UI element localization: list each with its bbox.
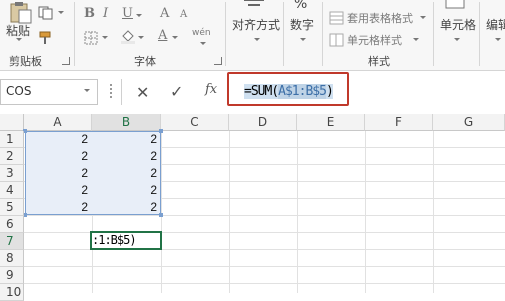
table-format-button[interactable]: 套用表格格式 [347,10,413,26]
column-header-a[interactable]: A [24,114,92,131]
paste-dropdown-icon[interactable] [16,38,22,41]
underline-button[interactable]: U [122,6,133,21]
gridline [229,131,230,293]
row-header[interactable]: 9 [0,267,24,284]
group-divider [225,2,226,66]
clipboard-launcher-icon[interactable] [62,57,70,65]
alignment-icon[interactable] [241,0,267,16]
font-color-dropdown-icon[interactable] [172,36,178,39]
cell-styles-icon[interactable] [329,32,345,47]
cell-a2[interactable]: 2 [24,149,88,163]
row-header[interactable]: 7 [0,233,24,250]
range-handle[interactable] [159,213,163,217]
number-format-button[interactable]: 数字 [290,16,314,33]
grow-font-button[interactable]: A [160,6,169,21]
cell-b5[interactable]: 2 [93,200,157,214]
alignment-button[interactable]: 对齐方式 [232,16,280,33]
cells-dropdown-icon[interactable] [454,38,460,41]
table-format-icon[interactable] [329,10,345,25]
enter-icon[interactable]: ✓ [170,82,183,101]
editing-button[interactable]: 编辑 [486,16,505,33]
cells-icon[interactable] [442,0,468,16]
editing-dropdown-icon[interactable] [495,38,501,41]
column-header-e[interactable]: E [297,114,365,131]
fill-color-icon[interactable] [120,28,136,44]
cell-b2[interactable]: 2 [93,149,157,163]
cell-a5[interactable]: 2 [24,200,88,214]
row-header[interactable]: 3 [0,165,24,182]
cell-a4[interactable]: 2 [24,183,88,197]
insert-function-icon[interactable]: fx [205,82,217,97]
gridline [24,283,505,284]
select-all-corner[interactable] [0,114,24,131]
cell-a3[interactable]: 2 [24,166,88,180]
gridline [433,131,434,293]
borders-icon[interactable] [84,30,100,45]
styles-group-label: 样式 [368,55,390,68]
range-handle[interactable] [159,129,163,133]
row-header[interactable]: 5 [0,199,24,216]
copy-dropdown-icon[interactable] [58,11,64,14]
column-header-b[interactable]: B [92,114,161,131]
number-dropdown-icon[interactable] [300,38,306,41]
clipboard-group-label: 剪贴板 [9,55,42,68]
cell-b1[interactable]: 2 [93,132,157,146]
bold-button[interactable]: B [84,6,95,21]
column-header-g[interactable]: G [433,114,505,131]
paste-button[interactable]: 粘贴 [6,22,30,39]
gridline [24,215,505,216]
percent-icon[interactable]: % [294,0,307,12]
fill-color-dropdown-icon[interactable] [138,36,144,39]
formula-highlight-box [227,72,349,106]
borders-dropdown-icon[interactable] [102,36,108,39]
cells-button[interactable]: 单元格 [440,16,476,33]
cancel-icon[interactable]: ✕ [136,83,149,102]
table-format-dropdown-icon[interactable] [420,16,426,19]
ribbon: 粘贴 剪贴板 B I U A A A wén 字体 对齐方式 % 数字 套用表格… [0,0,505,71]
font-group-label: 字体 [134,55,156,68]
cell-b4[interactable]: 2 [93,183,157,197]
group-divider [74,2,75,66]
gridline [24,266,505,267]
font-launcher-icon[interactable] [214,57,222,65]
formula-bar-grip-icon[interactable] [110,84,114,98]
row-header[interactable]: 1 [0,131,24,148]
italic-button[interactable]: I [103,6,108,21]
row-header[interactable]: 2 [0,148,24,165]
group-divider [479,2,480,66]
font-color-button[interactable]: A [158,28,167,43]
group-divider [283,2,284,66]
group-divider [433,2,434,66]
name-box-value: COS [6,84,32,98]
paste-icon[interactable] [8,2,34,24]
underline-dropdown-icon[interactable] [136,14,142,17]
cell-b3[interactable]: 2 [93,166,157,180]
alignment-dropdown-icon[interactable] [254,38,260,41]
shrink-font-button[interactable]: A [180,9,187,20]
group-divider [322,2,323,66]
column-header-d[interactable]: D [229,114,297,131]
row-header[interactable]: 4 [0,182,24,199]
gridline [161,131,162,293]
gridline [365,131,366,293]
column-header-f[interactable]: F [365,114,433,131]
name-box-dropdown-icon[interactable] [84,89,90,92]
cell-a1[interactable]: 2 [24,132,88,146]
column-header-c[interactable]: C [161,114,229,131]
row-header[interactable]: 8 [0,250,24,267]
phonetic-button[interactable]: wén [192,28,211,38]
active-cell-text: :1:B$5) [92,233,137,247]
gridline [297,131,298,293]
copy-icon[interactable] [38,5,54,20]
format-painter-icon[interactable] [38,30,54,44]
cell-styles-button[interactable]: 单元格样式 [347,32,402,48]
formula-divider [121,79,122,105]
phonetic-dropdown-icon[interactable] [200,42,206,45]
cell-styles-dropdown-icon[interactable] [413,38,419,41]
row-header[interactable]: 6 [0,216,24,233]
